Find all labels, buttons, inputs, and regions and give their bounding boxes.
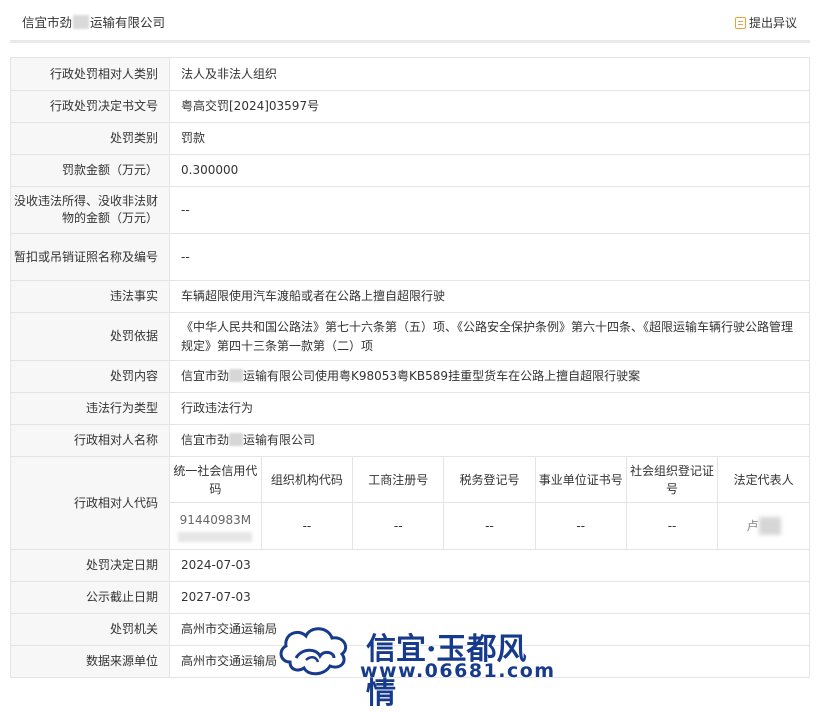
code-value: -- xyxy=(261,502,354,549)
value-publicity-deadline: 2027-07-03 xyxy=(169,581,810,614)
redacted-text xyxy=(229,433,244,446)
label-fine-amount: 罚款金额（万元） xyxy=(10,154,170,187)
label-penalty-type: 处罚类别 xyxy=(10,122,170,155)
label-party-name: 行政相对人名称 xyxy=(10,424,170,457)
value-penalty-type: 罚款 xyxy=(169,122,810,155)
page-header: 信宜市劲 运输有限公司 提出异议 xyxy=(0,0,819,42)
row-confiscation: 没收违法所得、没收非法财物的金额（万元） -- xyxy=(10,186,810,234)
code-header: 法定代表人 xyxy=(717,457,809,503)
code-value: -- xyxy=(443,502,536,549)
value-decision-date: 2024-07-03 xyxy=(169,549,810,582)
label-license: 暂扣或吊销证照名称及编号 xyxy=(10,233,170,281)
row-penalty-type: 处罚类别 罚款 xyxy=(10,122,810,155)
code-value: -- xyxy=(626,502,719,549)
redacted-text xyxy=(73,15,90,29)
row-violation-fact: 违法事实 车辆超限使用汽车渡船或者在公路上擅自超限行驶 xyxy=(10,280,810,313)
row-party-type: 行政处罚相对人类别 法人及非法人组织 xyxy=(10,57,810,91)
code-header: 事业单位证书号 xyxy=(535,457,627,503)
row-content: 处罚内容 信宜市劲 运输有限公司使用粤K98053粤KB589挂重型货车在公路上擅… xyxy=(10,360,810,393)
row-party-code: 行政相对人代码 统一社会信用代码 组织机构代码 工商注册号 税务登记号 事业单位… xyxy=(10,456,810,550)
value-license: -- xyxy=(169,233,810,281)
label-basis: 处罚依据 xyxy=(10,312,170,361)
code-value: -- xyxy=(535,502,627,549)
label-party-code: 行政相对人代码 xyxy=(10,456,170,550)
header-divider xyxy=(10,40,810,43)
label-publicity-deadline: 公示截止日期 xyxy=(10,581,170,614)
row-fine-amount: 罚款金额（万元） 0.300000 xyxy=(10,154,810,187)
value-party-name: 信宜市劲 运输有限公司 xyxy=(169,424,810,457)
value-data-source: 高州市交通运输局 xyxy=(169,645,810,678)
value-violation-fact: 车辆超限使用汽车渡船或者在公路上擅自超限行驶 xyxy=(169,280,810,313)
row-decision-no: 行政处罚决定书文号 粤高交罚[2024]03597号 xyxy=(10,90,810,123)
code-header: 组织机构代码 xyxy=(261,457,354,503)
value-confiscation: -- xyxy=(169,186,810,234)
row-behavior-type: 违法行为类型 行政违法行为 xyxy=(10,392,810,425)
penalty-info-table: 行政处罚相对人类别 法人及非法人组织 行政处罚决定书文号 粤高交罚[2024]0… xyxy=(10,57,810,678)
label-confiscation: 没收违法所得、没收非法财物的金额（万元） xyxy=(10,186,170,234)
code-value-uscc: 91440983M xyxy=(170,502,262,549)
company-title: 信宜市劲 运输有限公司 xyxy=(22,15,166,30)
label-data-source: 数据来源单位 xyxy=(10,645,170,678)
code-header: 税务登记号 xyxy=(443,457,536,503)
party-code-header-row: 统一社会信用代码 组织机构代码 工商注册号 税务登记号 事业单位证书号 社会组织… xyxy=(170,457,809,503)
value-content: 信宜市劲 运输有限公司使用粤K98053粤KB589挂重型货车在公路上擅自超限行驶… xyxy=(169,360,810,393)
label-violation-fact: 违法事实 xyxy=(10,280,170,313)
code-header: 统一社会信用代码 xyxy=(170,457,262,503)
code-header: 工商注册号 xyxy=(352,457,445,503)
row-data-source: 数据来源单位 高州市交通运输局 xyxy=(10,645,810,678)
value-behavior-type: 行政违法行为 xyxy=(169,392,810,425)
label-authority: 处罚机关 xyxy=(10,613,170,646)
party-code-table: 统一社会信用代码 组织机构代码 工商注册号 税务登记号 事业单位证书号 社会组织… xyxy=(170,457,809,549)
label-decision-date: 处罚决定日期 xyxy=(10,549,170,582)
value-basis: 《中华人民共和国公路法》第七十六条第（五）项、《公路安全保护条例》第六十四条、《… xyxy=(181,319,794,353)
code-value: -- xyxy=(352,502,445,549)
edit-document-icon xyxy=(734,16,746,29)
row-party-name: 行政相对人名称 信宜市劲 运输有限公司 xyxy=(10,424,810,457)
value-party-type: 法人及非法人组织 xyxy=(169,57,810,91)
party-code-value-row: 91440983M -- -- -- -- -- 卢 xyxy=(170,502,809,550)
objection-label: 提出异议 xyxy=(748,16,797,30)
redacted-text xyxy=(229,369,244,382)
value-authority: 高州市交通运输局 xyxy=(169,613,810,646)
redacted-text xyxy=(758,517,781,536)
redacted-text xyxy=(178,531,253,542)
row-basis: 处罚依据 《中华人民共和国公路法》第七十六条第（五）项、《公路安全保护条例》第六… xyxy=(10,312,810,361)
label-content: 处罚内容 xyxy=(10,360,170,393)
row-decision-date: 处罚决定日期 2024-07-03 xyxy=(10,549,810,582)
row-publicity-deadline: 公示截止日期 2027-07-03 xyxy=(10,581,810,614)
row-license: 暂扣或吊销证照名称及编号 -- xyxy=(10,233,810,281)
label-party-type: 行政处罚相对人类别 xyxy=(10,57,170,91)
code-header: 社会组织登记证号 xyxy=(626,457,719,503)
label-behavior-type: 违法行为类型 xyxy=(10,392,170,425)
code-value-legal-rep: 卢 xyxy=(718,503,809,550)
objection-button[interactable]: 提出异议 xyxy=(734,14,797,31)
label-decision-no: 行政处罚决定书文号 xyxy=(10,90,170,123)
value-decision-no: 粤高交罚[2024]03597号 xyxy=(169,90,810,123)
row-authority: 处罚机关 高州市交通运输局 xyxy=(10,613,810,646)
value-fine-amount: 0.300000 xyxy=(169,154,810,187)
